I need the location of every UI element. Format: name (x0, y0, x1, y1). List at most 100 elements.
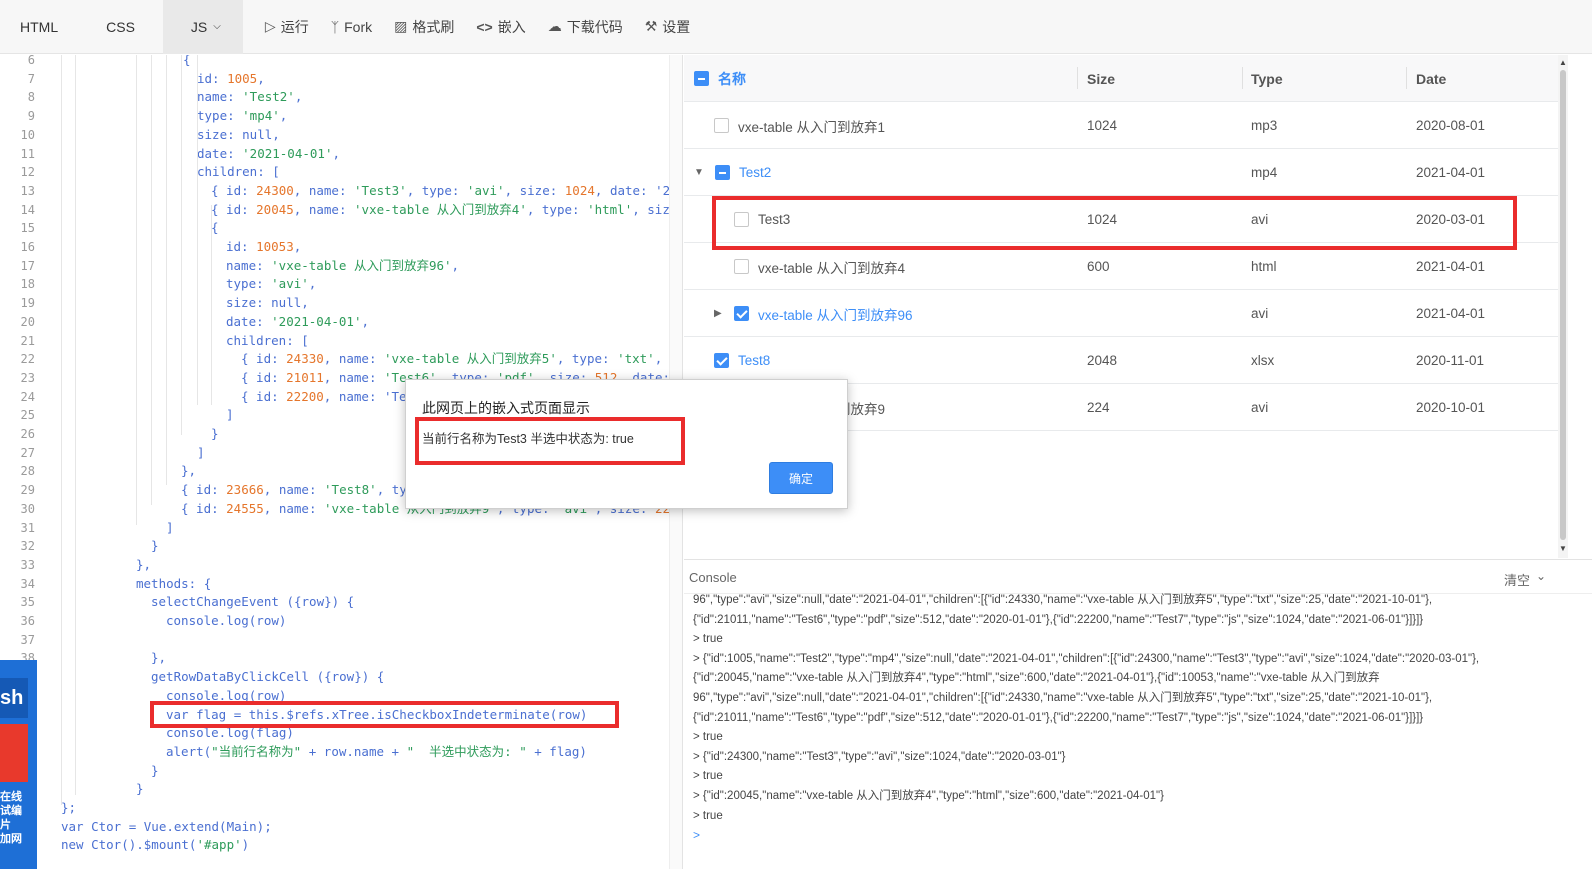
console-panel: Console 清空 ⌄ 96","type":"avi","size":nul… (684, 559, 1592, 869)
code-line[interactable]: ] (197, 444, 205, 463)
code-line[interactable]: }, (181, 462, 196, 481)
code-line[interactable]: ] (226, 406, 234, 425)
collapse-caret-icon[interactable]: ▼ (694, 167, 706, 178)
side-ad[interactable]: sh 在线 试编片加网 (0, 660, 37, 869)
code-line[interactable]: getRowDataByClickCell ({row}) { (151, 668, 384, 687)
line-number: 31 (20, 520, 35, 535)
code-line[interactable]: date: '2021-04-01', (197, 145, 340, 164)
code-line[interactable]: } (151, 537, 159, 556)
app-root: HTML CSS JS ⌵ ▷ 运行 ᛉ Fork ▨ 格式刷 <> 嵌入 ☁ … (0, 0, 1592, 869)
console-line: {"id":21011,"name":"Test6","type":"pdf",… (693, 613, 1424, 626)
scroll-down-arrow-icon[interactable]: ▼ (1559, 544, 1567, 553)
code-line[interactable]: id: 1005, (197, 70, 265, 89)
code-line[interactable]: { (211, 219, 219, 238)
scroll-thumb[interactable] (1560, 70, 1566, 540)
code-line[interactable]: alert("当前行名称为" + row.name + " 半选中状态为: " … (166, 743, 587, 762)
row-checkbox[interactable] (714, 118, 729, 133)
code-line[interactable]: } (211, 425, 219, 444)
table-row[interactable]: ▼ Test2 mp4 2021-04-01 (684, 149, 1560, 196)
row-type: html (1251, 259, 1277, 274)
code-line[interactable]: name: 'vxe-table 从入门到放弃96', (226, 257, 459, 276)
indent-guide (211, 205, 212, 405)
fork-button[interactable]: ᛉ Fork (331, 19, 372, 35)
code-line[interactable]: { id: 24300, name: 'Test3', type: 'avi',… (211, 182, 678, 201)
code-line[interactable]: children: [ (226, 332, 309, 351)
code-line[interactable]: { (183, 55, 191, 70)
code-line[interactable]: }; (61, 799, 76, 818)
row-name: vxe-table 从入门到放弃1 (738, 119, 886, 135)
column-divider[interactable] (1406, 67, 1407, 89)
run-button[interactable]: ▷ 运行 (265, 17, 309, 37)
header-name[interactable]: 名称 (694, 55, 746, 102)
code-line[interactable]: { id: 22200, name: 'Te (241, 388, 407, 407)
code-line[interactable]: children: [ (197, 163, 280, 182)
table-scrollbar[interactable]: ▲ ▼ (1558, 55, 1568, 558)
select-all-checkbox[interactable] (694, 71, 709, 86)
header-date[interactable]: Date (1416, 55, 1446, 102)
wrench-icon: ⚒ (644, 18, 658, 34)
header-type[interactable]: Type (1251, 55, 1283, 102)
line-number: 12 (20, 165, 35, 180)
row-name: vxe-table 从入门到放弃4 (758, 260, 906, 276)
format-button[interactable]: ▨ 格式刷 (394, 17, 454, 37)
code-line[interactable]: type: 'mp4', (197, 107, 287, 126)
console-prompt[interactable]: > (693, 828, 700, 842)
line-number: 33 (20, 557, 35, 572)
tab-js[interactable]: JS ⌵ (162, 0, 243, 54)
dialog-ok-button[interactable]: 确定 (769, 462, 833, 494)
code-line[interactable]: { id: 24330, name: 'vxe-table 从入门到放弃5', … (241, 350, 662, 369)
row-date: 2021-04-01 (1416, 259, 1486, 274)
tab-html[interactable]: HTML (0, 0, 78, 54)
code-line[interactable]: } (151, 762, 159, 781)
code-line[interactable]: { id: 23666, name: 'Test8', ty (181, 481, 407, 500)
scroll-up-arrow-icon[interactable]: ▲ (1559, 58, 1567, 67)
dialog-title: 此网页上的嵌入式页面显示 (422, 400, 590, 416)
code-line[interactable]: methods: { (136, 575, 211, 594)
code-line[interactable]: size: null, (197, 126, 280, 145)
column-divider[interactable] (1242, 67, 1243, 89)
code-line[interactable]: selectChangeEvent ({row}) { (151, 593, 354, 612)
tab-css[interactable]: CSS (78, 0, 163, 54)
code-line[interactable]: } (136, 780, 144, 799)
settings-label: 设置 (662, 18, 691, 35)
line-number: 14 (20, 202, 35, 217)
table-row[interactable]: ▶ vxe-table 从入门到放弃96 avi 2021-04-01 (684, 290, 1560, 337)
row-name: vxe-table 从入门到放弃96 (758, 307, 913, 323)
table-row[interactable]: Test8 2048 xlsx 2020-11-01 (684, 337, 1560, 384)
row-checkbox[interactable] (734, 306, 749, 321)
console-clear-button[interactable]: 清空 (1504, 570, 1530, 589)
code-line[interactable]: }, (136, 556, 151, 575)
line-number: 7 (27, 71, 35, 86)
line-number: 18 (20, 277, 35, 292)
code-line[interactable]: size: null, (226, 294, 309, 313)
code-line[interactable]: { id: 20045, name: 'vxe-table 从入门到放弃4', … (211, 201, 670, 220)
header-size[interactable]: Size (1087, 55, 1115, 102)
line-number: 15 (20, 221, 35, 236)
chevron-down-icon[interactable]: ⌄ (1536, 569, 1546, 583)
console-line: > {"id":20045,"name":"vxe-table 从入门到放弃4"… (693, 790, 1164, 802)
row-checkbox[interactable] (715, 165, 730, 180)
download-button[interactable]: ☁ 下载代码 (548, 17, 623, 37)
row-checkbox[interactable] (734, 259, 749, 274)
code-line[interactable]: }, (151, 649, 166, 668)
expand-caret-icon[interactable]: ▶ (714, 308, 726, 319)
line-number: 16 (20, 240, 35, 254)
embed-button[interactable]: <> 嵌入 (476, 17, 525, 37)
code-line[interactable]: name: 'Test2', (197, 88, 302, 107)
code-line[interactable]: new Ctor().$mount('#app') (61, 836, 249, 855)
line-number: 13 (20, 183, 35, 198)
line-number: 20 (20, 314, 35, 329)
code-line[interactable]: var Ctor = Vue.extend(Main); (61, 818, 272, 837)
code-line[interactable]: date: '2021-04-01', (226, 313, 369, 332)
table-row[interactable]: vxe-table 从入门到放弃4 600 html 2021-04-01 (684, 243, 1560, 290)
code-line[interactable]: id: 10053, (226, 238, 301, 257)
console-line: > true (693, 633, 723, 646)
code-line[interactable]: console.log(row) (166, 612, 286, 631)
table-row[interactable]: vxe-table 从入门到放弃1 1024 mp3 2020-08-01 (684, 102, 1560, 149)
row-checkbox[interactable] (714, 353, 729, 368)
indent-guide (61, 55, 62, 805)
column-divider[interactable] (1077, 67, 1078, 89)
code-line[interactable]: ] (166, 519, 174, 538)
code-line[interactable]: type: 'avi', (226, 275, 316, 294)
settings-button[interactable]: ⚒ 设置 (645, 17, 691, 37)
